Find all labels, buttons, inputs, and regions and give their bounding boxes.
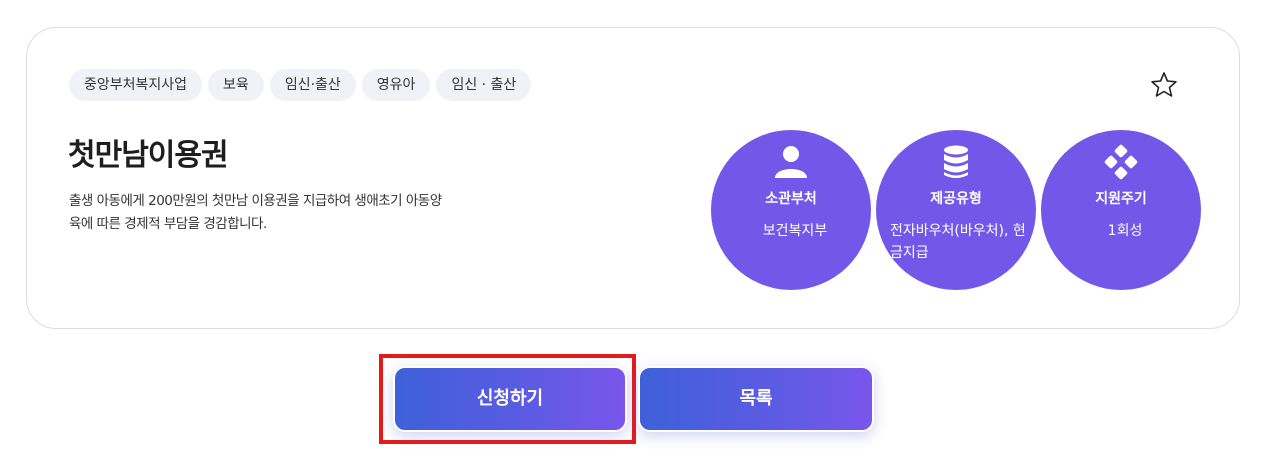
tag[interactable]: 임신·출산	[269, 69, 356, 101]
info-circle-department: 소관부처 보건복지부	[711, 130, 871, 290]
tag[interactable]: 임신 · 출산	[436, 69, 532, 101]
service-card: 중앙부처복지사업 보육 임신·출산 영유아 임신 · 출산 첫만남이용권 출생 …	[26, 27, 1240, 329]
database-icon	[944, 145, 968, 178]
person-icon	[775, 146, 807, 178]
service-description: 출생 아동에게 200만원의 첫만남 이용권을 지급하여 생애초기 아동양육에 …	[69, 193, 442, 232]
diamond-dots-icon	[1104, 144, 1138, 180]
info-circle-cycle: 지원주기 1회성	[1041, 130, 1201, 290]
info-label: 지원주기	[1095, 191, 1147, 207]
favorite-star-icon[interactable]	[1149, 70, 1179, 100]
info-circle-type: 제공유형 전자바우처(바우처), 현금지급	[876, 130, 1036, 290]
info-value: 전자바우처(바우처), 현금지급	[890, 223, 1026, 261]
info-value: 보건복지부	[762, 223, 828, 239]
list-button[interactable]: 목록	[638, 366, 874, 432]
apply-button[interactable]: 신청하기	[393, 366, 627, 432]
tag[interactable]: 보육	[208, 69, 264, 101]
info-label: 제공유형	[930, 191, 982, 207]
info-value: 1회성	[1107, 223, 1143, 239]
tag[interactable]: 중앙부처복지사업	[69, 69, 203, 101]
page-title: 첫만남이용권	[68, 138, 229, 173]
tag-list: 중앙부처복지사업 보육 임신·출산 영유아 임신 · 출산	[69, 69, 532, 101]
tag[interactable]: 영유아	[361, 69, 431, 101]
info-label: 소관부처	[765, 191, 817, 207]
